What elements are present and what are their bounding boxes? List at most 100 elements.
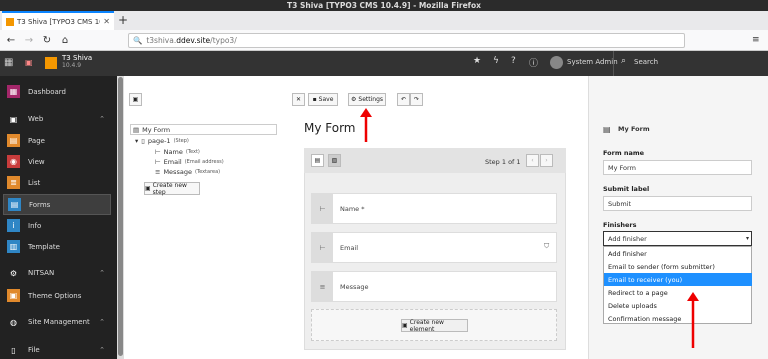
- undo-button[interactable]: ↶: [397, 93, 410, 106]
- tree-field-label: Email: [163, 158, 182, 166]
- site-info: T3 Shiva 10.4.9: [62, 54, 92, 70]
- sidebar-group-site-management[interactable]: ◍ Site Management ⌃: [3, 314, 111, 330]
- sidebar-group-nitsan[interactable]: ⚙ NITSAN ⌃: [3, 265, 111, 281]
- overview-icon: ▣: [132, 96, 139, 103]
- create-new-element-button[interactable]: ▣ Create new element: [401, 319, 468, 333]
- chevron-right-icon: ›: [545, 157, 548, 164]
- globe-icon: ◍: [10, 317, 17, 327]
- field-label: Email: [340, 243, 359, 252]
- gear-icon: ⚙: [351, 96, 357, 103]
- close-button[interactable]: ✕: [292, 93, 305, 106]
- sidebar-item-theme-options[interactable]: ▣ Theme Options: [3, 285, 111, 306]
- new-tab-icon[interactable]: +: [118, 13, 128, 27]
- previous-step-button[interactable]: ‹: [526, 154, 539, 167]
- sidebar-item-list[interactable]: ≣ List: [3, 172, 111, 193]
- bookmark-star-icon[interactable]: ★: [473, 56, 481, 66]
- finishers-label: Finishers: [603, 221, 637, 229]
- finisher-option[interactable]: Add finisher: [604, 247, 752, 260]
- search-icon[interactable]: ⌕: [621, 56, 626, 66]
- email-field-icon: ⊢: [312, 233, 333, 262]
- sidebar-item-dashboard[interactable]: ▦ Dashboard: [3, 81, 111, 102]
- sidebar-item-forms[interactable]: ▤ Forms: [3, 194, 111, 215]
- preview-view-button[interactable]: ▧: [328, 154, 341, 167]
- tree-field-email[interactable]: ⊢ Email (Email address): [155, 158, 224, 166]
- tab-strip: [0, 11, 768, 30]
- help-icon[interactable]: ?: [511, 56, 516, 66]
- typo3-logo: [45, 57, 57, 69]
- sidebar-item-page[interactable]: ▤ Page: [3, 130, 111, 151]
- sidebar-item-label: Dashboard: [28, 87, 66, 96]
- sidebar-item-template[interactable]: ▥ Template: [3, 236, 111, 257]
- reload-icon[interactable]: ↻: [40, 35, 54, 46]
- finisher-option[interactable]: Confirmation message: [604, 312, 752, 325]
- tree-field-name[interactable]: ⊢ Name (Text): [155, 148, 200, 156]
- tree-page-type: (Step): [173, 138, 189, 144]
- tree-root-label: My Form: [142, 126, 171, 134]
- inspector-form-icon: ▤: [603, 125, 611, 134]
- sidebar-group-web[interactable]: ▣ Web ⌃: [3, 111, 111, 127]
- tree-field-label: Message: [163, 168, 192, 176]
- flash-icon[interactable]: ϟ: [493, 56, 499, 66]
- form-element-name[interactable]: ⊢ Name *: [311, 193, 557, 224]
- next-step-button[interactable]: ›: [540, 154, 553, 167]
- page-title: My Form: [304, 121, 356, 135]
- submit-label-input[interactable]: Submit: [603, 196, 752, 211]
- sidebar-item-view[interactable]: ◉ View: [3, 151, 111, 172]
- sidebar-group-label: Site Management: [28, 318, 90, 326]
- inspector-header: My Form: [618, 125, 650, 133]
- abstract-view-button[interactable]: ▤: [311, 154, 324, 167]
- avatar[interactable]: [550, 56, 563, 69]
- arrow-head: [687, 292, 699, 301]
- redo-button[interactable]: ↷: [410, 93, 423, 106]
- form-element-message[interactable]: ≡ Message: [311, 271, 557, 302]
- search-label[interactable]: Search: [634, 58, 658, 66]
- user-name[interactable]: System Admin: [567, 58, 618, 66]
- tree-root[interactable]: ▤ My Form: [133, 126, 170, 134]
- save-button[interactable]: ▪ Save: [308, 93, 338, 106]
- module-menu-toggle-icon[interactable]: ▦: [4, 57, 13, 68]
- forward-icon[interactable]: →: [22, 35, 36, 46]
- sidebar-group-file[interactable]: ▯ File ⌃: [3, 342, 111, 358]
- template-icon: ▥: [7, 240, 20, 253]
- textarea-field-icon: ≡: [312, 272, 333, 301]
- back-icon[interactable]: ←: [4, 35, 18, 46]
- page-icon: ▤: [7, 134, 20, 147]
- preview-icon: ▧: [331, 157, 338, 164]
- textarea-field-icon: ≡: [155, 168, 161, 176]
- sidebar-item-label: Template: [28, 242, 60, 251]
- text-field-icon: ⊢: [312, 194, 333, 223]
- menu-icon[interactable]: ≡: [752, 35, 760, 45]
- tab-title: T3 Shiva [TYPO3 CMS 10.: [17, 17, 101, 26]
- form-element-email[interactable]: ⊢ Email ⛉: [311, 232, 557, 263]
- scrollbar-thumb[interactable]: [118, 77, 123, 356]
- view-eye-icon: ◉: [7, 155, 20, 168]
- chevron-left-icon: ‹: [531, 157, 534, 164]
- sitemap-icon[interactable]: ▣: [25, 58, 33, 67]
- home-icon[interactable]: ⌂: [58, 35, 72, 46]
- url-bar[interactable]: 🔍 t3shiva.ddev.site/typo3/: [128, 33, 685, 48]
- browser-tab[interactable]: T3 Shiva [TYPO3 CMS 10. ✕: [2, 11, 114, 30]
- finisher-option[interactable]: Email to sender (form submitter): [604, 260, 752, 273]
- chevron-up-icon: ⌃: [99, 269, 105, 277]
- create-new-step-button[interactable]: ▣ Create new step: [144, 182, 200, 196]
- finisher-option[interactable]: Delete uploads: [604, 299, 752, 312]
- text-field-icon: ⊢: [155, 148, 161, 156]
- form-overview-button[interactable]: ▣: [129, 93, 142, 106]
- field-label: Name *: [340, 204, 365, 213]
- finisher-select[interactable]: Add finisher ▾: [603, 231, 752, 246]
- add-element-icon: ▣: [402, 322, 408, 329]
- forms-icon: ▤: [8, 198, 21, 211]
- tree-field-type: (Textarea): [194, 169, 221, 175]
- info-icon[interactable]: ⓘ: [529, 56, 538, 69]
- sidebar-item-info[interactable]: i Info: [3, 215, 111, 236]
- finisher-option-selected[interactable]: Email to receiver (you): [604, 273, 752, 286]
- tree-field-message[interactable]: ≡ Message (Textarea): [155, 168, 220, 176]
- chevron-up-icon: ⌃: [99, 115, 105, 123]
- tree-field-type: (Email address): [184, 159, 224, 165]
- finisher-option[interactable]: Redirect to a page: [604, 286, 752, 299]
- form-name-input[interactable]: My Form: [603, 160, 752, 175]
- tree-page[interactable]: ▾ ▯ page-1 (Step): [135, 137, 189, 145]
- page-info-icon[interactable]: 🔍: [133, 36, 142, 45]
- tab-close-icon[interactable]: ✕: [103, 17, 110, 26]
- settings-button[interactable]: ⚙ Settings: [348, 93, 386, 106]
